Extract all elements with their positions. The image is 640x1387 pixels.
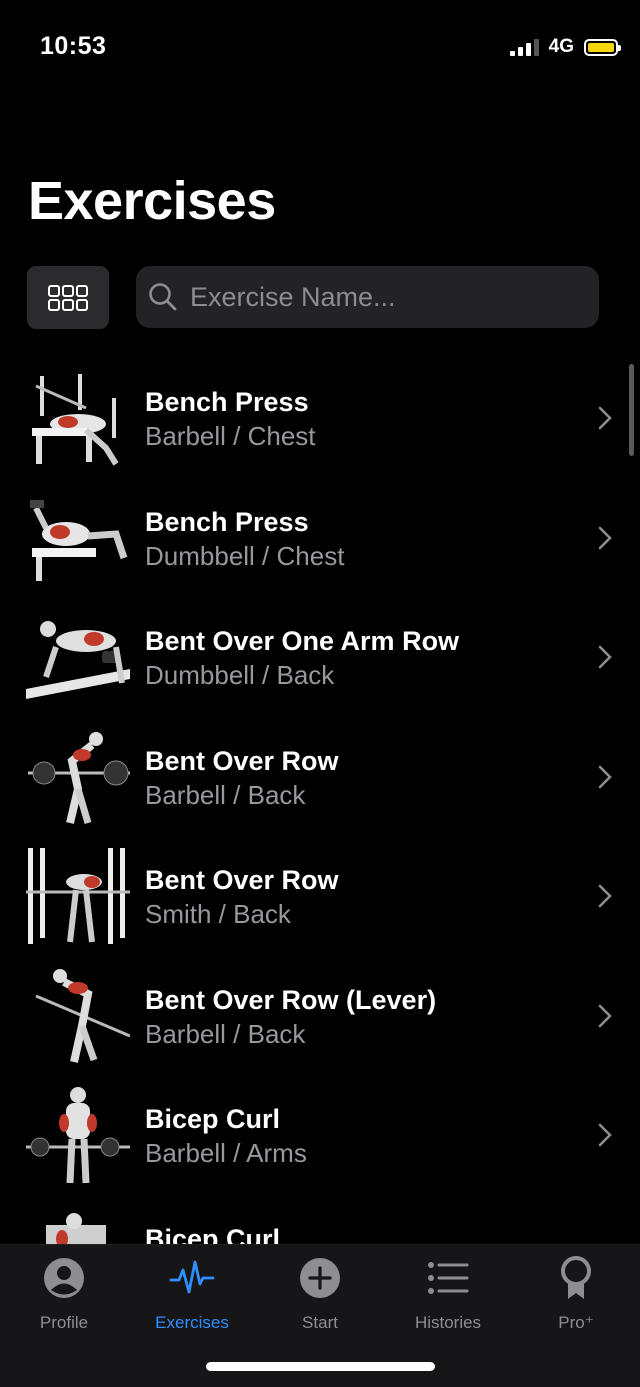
exercise-row[interactable]: Bench Press Barbell / Chest [0, 360, 640, 480]
tab-label: Histories [414, 1313, 482, 1332]
exercise-thumbnail [35, 968, 130, 1063]
exercise-name: Bench Press [145, 506, 309, 537]
chevron-right-icon [598, 884, 612, 908]
exercise-thumbnail [26, 848, 130, 944]
chevron-right-icon [598, 1004, 612, 1027]
exercise-detail: Barbell / Chest [145, 421, 316, 451]
network-type: 4G [548, 36, 574, 57]
status-bar: 10:53 4G [0, 0, 640, 92]
exercise-detail: Barbell / Back [145, 1018, 306, 1049]
exercise-row[interactable]: Bent Over Row Smith / Back [0, 838, 640, 958]
tab-start[interactable]: Start [256, 1255, 384, 1335]
battery-icon [584, 38, 621, 56]
grid-view-button[interactable] [27, 266, 109, 329]
grid-icon [48, 284, 88, 311]
exercise-thumbnail [32, 374, 119, 466]
exercise-detail: Barbell / Back [145, 779, 306, 810]
pulse-icon [169, 1260, 215, 1294]
award-ribbon-icon [561, 1256, 591, 1299]
exercise-name: Bent Over Row [145, 745, 339, 776]
plus-circle-icon [300, 1258, 340, 1298]
exercise-row[interactable]: Bicep Curl [0, 1197, 640, 1245]
exercise-name: Bent Over One Arm Row [145, 626, 460, 656]
status-time: 10:53 [40, 32, 107, 60]
tab-label: Profile [39, 1313, 89, 1332]
tab-label: Start [302, 1313, 338, 1332]
exercise-detail: Dumbbell / Back [145, 660, 335, 690]
exercise-row[interactable]: Bicep Curl Barbell / Arms [0, 1077, 640, 1197]
exercise-row[interactable]: Bent Over One Arm Row Dumbbell / Back [0, 599, 640, 719]
signal-icon [509, 38, 539, 56]
exercise-thumbnail [30, 499, 128, 581]
chevron-right-icon [598, 406, 612, 430]
search-icon [149, 283, 177, 311]
exercise-detail: Barbell / Arms [145, 1138, 307, 1168]
exercise-row[interactable]: Bent Over Row Barbell / Back [0, 719, 640, 839]
tab-profile[interactable]: Profile [0, 1255, 128, 1335]
exercise-thumbnail [46, 1212, 106, 1244]
home-indicator[interactable] [206, 1362, 435, 1371]
exercise-thumbnail [26, 621, 130, 699]
chevron-right-icon [598, 765, 612, 788]
scrollbar[interactable] [629, 364, 634, 456]
tab-histories[interactable]: Histories [384, 1255, 512, 1335]
person-circle-icon [44, 1258, 84, 1298]
list-icon [428, 1262, 469, 1294]
exercise-list: Bench Press Barbell / Chest Bench Press … [0, 360, 640, 1244]
exercise-row[interactable]: Bench Press Dumbbell / Chest [0, 480, 640, 600]
chevron-right-icon [598, 645, 612, 669]
exercise-thumbnail [28, 731, 130, 824]
status-right: 4G [509, 36, 621, 58]
exercise-detail: Dumbbell / Chest [145, 540, 345, 571]
exercise-name: Bent Over Row (Lever) [145, 984, 437, 1015]
page-title: Exercises [28, 171, 276, 231]
exercise-detail: Smith / Back [145, 899, 291, 929]
chevron-right-icon [598, 1123, 612, 1147]
exercise-name: Bicep Curl [145, 1223, 281, 1245]
tab-pro[interactable]: Pro⁺ [512, 1255, 640, 1335]
chevron-right-icon [598, 526, 612, 549]
exercise-name: Bent Over Row [145, 865, 339, 895]
exercise-thumbnail [26, 1087, 130, 1184]
tab-exercises[interactable]: Exercises [128, 1255, 256, 1335]
exercise-row[interactable]: Bent Over Row (Lever) Barbell / Back [0, 958, 640, 1078]
search-input[interactable] [188, 280, 572, 314]
tab-label: Pro⁺ [558, 1313, 594, 1332]
exercise-name: Bicep Curl [145, 1104, 281, 1134]
exercise-name: Bench Press [145, 387, 309, 417]
tab-label: Exercises [155, 1313, 229, 1332]
search-bar[interactable] [136, 266, 599, 328]
